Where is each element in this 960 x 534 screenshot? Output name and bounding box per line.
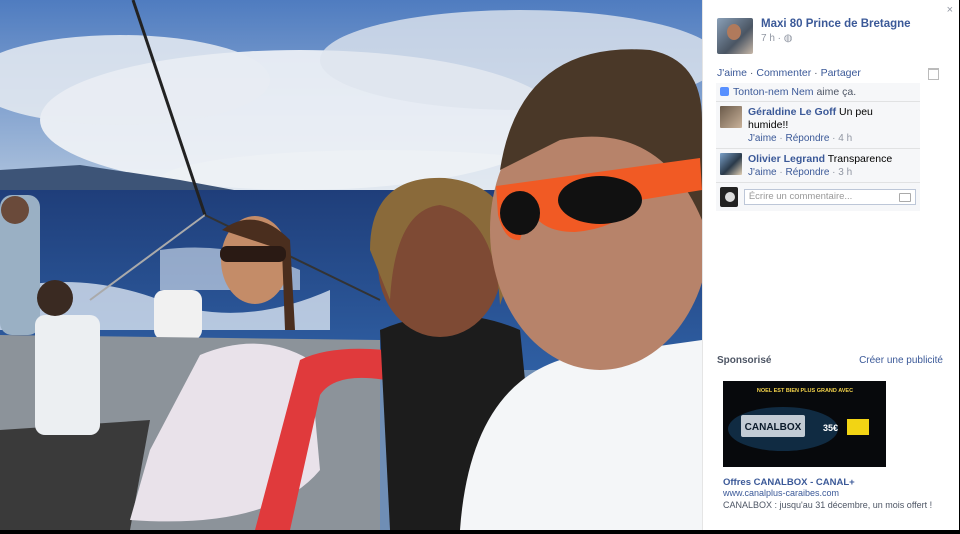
user-avatar <box>720 187 738 207</box>
comment-action[interactable]: Commenter <box>756 67 811 79</box>
commenter-name[interactable]: Géraldine Le Goff <box>748 106 836 118</box>
comment-item: Olivier Legrand Transparence J'aime · Ré… <box>716 149 920 183</box>
comment-like[interactable]: J'aime <box>748 133 777 144</box>
like-thumb-icon <box>720 87 729 96</box>
photo[interactable] <box>0 0 702 530</box>
like-action[interactable]: J'aime <box>717 67 747 79</box>
create-ad-link[interactable]: Créer une publicité <box>859 355 943 366</box>
comment-time[interactable]: 3 h <box>838 167 852 178</box>
comment-reply[interactable]: Répondre <box>785 167 829 178</box>
comment-item: Géraldine Le Goff Un peu humide!! J'aime… <box>716 102 920 149</box>
photo-viewer: × Maxi 80 Prince de Bretagne 7 h · ◍ J'a… <box>0 0 960 534</box>
feedback-box: Tonton-nem Nem aime ça. Géraldine Le Gof… <box>716 83 920 211</box>
comment-time[interactable]: 4 h <box>838 133 852 144</box>
commenter-avatar[interactable] <box>720 153 742 175</box>
comment-reply[interactable]: Répondre <box>785 133 829 144</box>
author-name[interactable]: Maxi 80 Prince de Bretagne <box>761 18 911 30</box>
sponsored-title: Sponsorisé <box>717 355 772 366</box>
comment-text: Transparence <box>827 153 893 165</box>
ad-description: CANALBOX : jusqu'au 31 décembre, un mois… <box>723 500 933 510</box>
camera-icon[interactable] <box>899 193 911 202</box>
sponsored-header: Sponsorisé Créer une publicité <box>717 355 943 366</box>
globe-icon: ◍ <box>783 33 793 44</box>
comment-input[interactable]: Écrire un commentaire... <box>743 189 916 205</box>
liker-name[interactable]: Tonton-nem Nem <box>733 86 814 98</box>
ad-headline: NOEL EST BIEN PLUS GRAND AVEC <box>757 388 853 394</box>
close-icon[interactable]: × <box>947 4 953 16</box>
post-author: Maxi 80 Prince de Bretagne 7 h · ◍ <box>717 18 911 54</box>
ad-image[interactable]: NOEL EST BIEN PLUS GRAND AVEC CANALBOX 3… <box>723 381 886 467</box>
post-meta: 7 h · ◍ <box>761 33 911 44</box>
commenter-avatar[interactable] <box>720 106 742 128</box>
ad-price: 35€ <box>823 423 838 433</box>
comment-composer: Écrire un commentaire... <box>716 183 920 211</box>
ad-brand: CANALBOX <box>745 422 802 433</box>
share-action[interactable]: Partager <box>821 67 861 79</box>
flag-icon[interactable] <box>928 68 939 80</box>
post-actions: J'aime · Commenter · Partager <box>717 67 861 79</box>
commenter-name[interactable]: Olivier Legrand <box>748 153 825 165</box>
comment-like[interactable]: J'aime <box>748 167 777 178</box>
ad-url[interactable]: www.canalplus-caraibes.com <box>723 488 839 498</box>
ad-title[interactable]: Offres CANALBOX - CANAL+ <box>723 477 855 488</box>
side-panel: × Maxi 80 Prince de Bretagne 7 h · ◍ J'a… <box>702 0 959 530</box>
post-time[interactable]: 7 h · <box>761 33 784 44</box>
likes-summary: Tonton-nem Nem aime ça. <box>716 83 920 102</box>
author-avatar[interactable] <box>717 18 753 54</box>
